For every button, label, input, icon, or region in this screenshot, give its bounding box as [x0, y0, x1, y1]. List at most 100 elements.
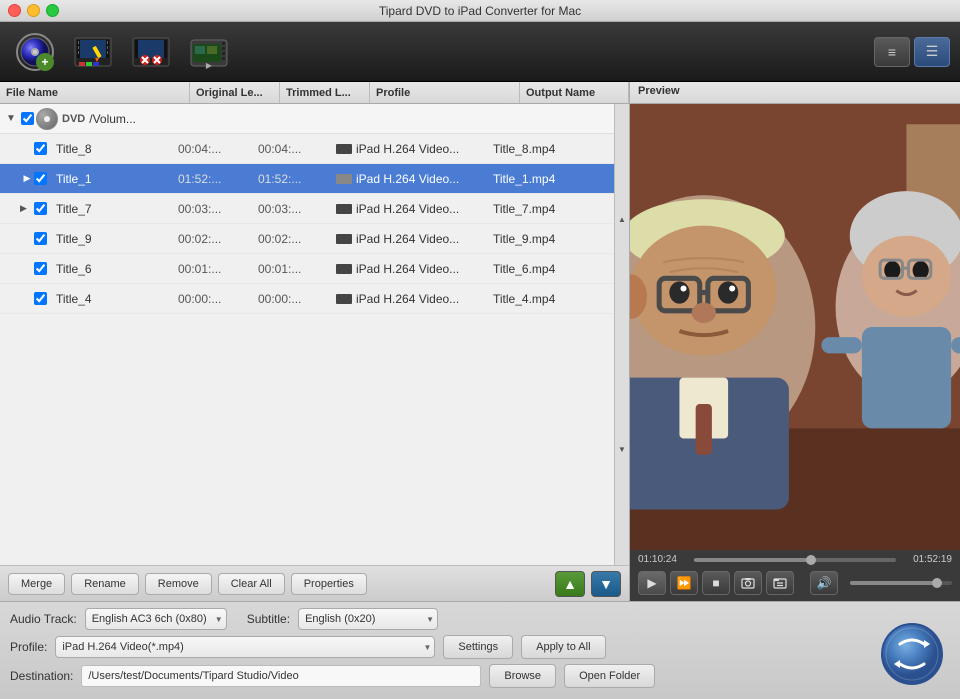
convert-button[interactable]: [880, 622, 944, 689]
table-row[interactable]: Title_4 00:00:... 00:00:... iPad H.264 V…: [0, 284, 614, 314]
subtitle-label: Subtitle:: [247, 612, 290, 626]
video-edit-button[interactable]: [68, 27, 118, 77]
window-title: Tipard DVD to iPad Converter for Mac: [379, 4, 581, 18]
volume-button[interactable]: 🔊: [810, 571, 838, 595]
audio-track-select[interactable]: English AC3 6ch (0x80): [85, 608, 227, 630]
row-check-6[interactable]: [34, 292, 52, 305]
open-file-button[interactable]: [766, 571, 794, 595]
expand-dvd-arrow[interactable]: ▼: [4, 112, 18, 126]
file-trim-2: 01:52:...: [252, 172, 332, 186]
table-row[interactable]: ▶ Title_1 01:52:... 01:52:... iPad H.264…: [0, 164, 614, 194]
file-orig-4: 00:02:...: [172, 232, 252, 246]
detail-view-button[interactable]: ☰: [914, 37, 950, 67]
time-slider[interactable]: [694, 558, 896, 562]
dvd-label: DVD: [62, 113, 85, 125]
scroll-up-button[interactable]: ▲: [615, 104, 629, 335]
play-button[interactable]: ▶: [638, 571, 666, 595]
file-trim-3: 00:03:...: [252, 202, 332, 216]
open-folder-button[interactable]: Open Folder: [564, 664, 655, 688]
merge-button[interactable]: Merge: [8, 573, 65, 595]
clear-all-button[interactable]: Clear All: [218, 573, 285, 595]
view-toggle: ≡ ☰: [874, 37, 950, 67]
file-output-4: Title_9.mp4: [487, 232, 614, 246]
time-total: 01:52:19: [902, 554, 952, 565]
destination-label: Destination:: [10, 669, 73, 683]
snapshot-ctrl-button[interactable]: [734, 571, 762, 595]
dvd-root-check-input[interactable]: [21, 112, 34, 125]
col-header-filename: File Name: [0, 82, 190, 103]
volume-fill: [850, 581, 937, 585]
load-dvd-button[interactable]: +: [10, 27, 60, 77]
file-name-1: Title_8: [52, 142, 172, 156]
row-check-input-3[interactable]: [34, 202, 47, 215]
browse-button[interactable]: Browse: [489, 664, 556, 688]
file-profile-1: iPad H.264 Video...: [332, 142, 487, 156]
col-header-profile: Profile: [370, 82, 520, 103]
svg-text:▶: ▶: [206, 61, 213, 70]
dvd-disc-icon: [36, 108, 58, 130]
row-check-4[interactable]: [34, 232, 52, 245]
settings-button[interactable]: Settings: [443, 635, 513, 659]
row-check-input-5[interactable]: [34, 262, 47, 275]
file-list-container: ▼ DVD /Volum... Title_8 00:04:.: [0, 104, 629, 565]
row-expand-3[interactable]: ▶: [20, 203, 34, 214]
time-slider-thumb[interactable]: [806, 555, 816, 565]
row-check-input-4[interactable]: [34, 232, 47, 245]
profile-icon-4: [336, 234, 352, 244]
audio-track-label: Audio Track:: [10, 612, 77, 626]
audio-track-select-wrapper[interactable]: English AC3 6ch (0x80): [85, 608, 227, 630]
volume-thumb[interactable]: [932, 578, 942, 588]
profile-label: Profile:: [10, 640, 47, 654]
scroll-down-button[interactable]: ▼: [615, 335, 629, 566]
profile-icon-1: [336, 144, 352, 154]
subtitle-select[interactable]: English (0x20): [298, 608, 438, 630]
minimize-button[interactable]: [27, 4, 40, 17]
row-play-2[interactable]: ▶: [20, 172, 34, 186]
svg-text:+: +: [41, 55, 48, 69]
file-trim-5: 00:01:...: [252, 262, 332, 276]
properties-button[interactable]: Properties: [291, 573, 367, 595]
rename-button[interactable]: Rename: [71, 573, 139, 595]
destination-field[interactable]: [81, 665, 481, 687]
table-row[interactable]: ▶ Title_7 00:03:... 00:03:... iPad H.264…: [0, 194, 614, 224]
dvd-root-checkbox[interactable]: [18, 110, 36, 128]
remove-button[interactable]: Remove: [145, 573, 212, 595]
row-check-1[interactable]: [34, 142, 52, 155]
file-output-1: Title_8.mp4: [487, 142, 614, 156]
table-row[interactable]: Title_8 00:04:... 00:04:... iPad H.264 V…: [0, 134, 614, 164]
table-row[interactable]: Title_6 00:01:... 00:01:... iPad H.264 V…: [0, 254, 614, 284]
subtitle-select-wrapper[interactable]: English (0x20): [298, 608, 438, 630]
table-row[interactable]: Title_9 00:02:... 00:02:... iPad H.264 V…: [0, 224, 614, 254]
file-orig-3: 00:03:...: [172, 202, 252, 216]
list-view-icon: ≡: [888, 44, 896, 60]
time-current: 01:10:24: [638, 554, 688, 565]
col-header-trimmed: Trimmed L...: [280, 82, 370, 103]
dvd-path: /Volum...: [89, 112, 136, 126]
row-check-input-1[interactable]: [34, 142, 47, 155]
trim-button[interactable]: [126, 27, 176, 77]
profile-select[interactable]: iPad H.264 Video(*.mp4): [55, 636, 435, 658]
preview-panel: Preview: [630, 82, 960, 601]
row-check-5[interactable]: [34, 262, 52, 275]
profile-select-wrapper[interactable]: iPad H.264 Video(*.mp4): [55, 636, 435, 658]
col-header-output: Output Name: [520, 82, 629, 103]
row-check-input-6[interactable]: [34, 292, 47, 305]
button-bar: Merge Rename Remove Clear All Properties…: [0, 565, 629, 601]
row-check-input-2[interactable]: [34, 172, 47, 185]
volume-slider[interactable]: [850, 581, 952, 585]
file-profile-2: iPad H.264 Video...: [332, 172, 487, 186]
file-output-5: Title_6.mp4: [487, 262, 614, 276]
snapshot-button[interactable]: ▶: [184, 27, 234, 77]
time-slider-fill: [694, 558, 811, 562]
row-check-2[interactable]: [34, 172, 52, 185]
list-view-button[interactable]: ≡: [874, 37, 910, 67]
col-header-original: Original Le...: [190, 82, 280, 103]
close-button[interactable]: [8, 4, 21, 17]
move-down-button[interactable]: ▼: [591, 571, 621, 597]
fast-forward-button[interactable]: ⏩: [670, 571, 698, 595]
move-up-button[interactable]: ▲: [555, 571, 585, 597]
maximize-button[interactable]: [46, 4, 59, 17]
stop-button[interactable]: ■: [702, 571, 730, 595]
row-check-3[interactable]: [34, 202, 52, 215]
apply-to-all-button[interactable]: Apply to All: [521, 635, 605, 659]
